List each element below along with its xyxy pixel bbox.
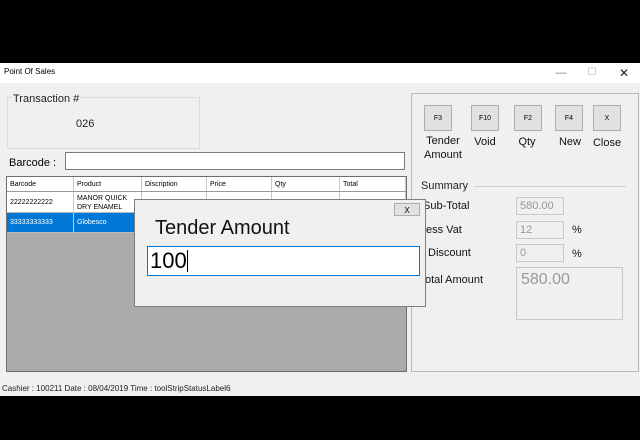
- cell-barcode: 22222222222: [7, 192, 74, 212]
- discount-percent-sign: %: [572, 248, 582, 260]
- dialog-title: Tender Amount: [155, 217, 290, 239]
- total-amount-label: otal Amount: [425, 274, 484, 286]
- column-header-price[interactable]: Price: [207, 177, 272, 191]
- close-label: Close: [592, 137, 622, 149]
- window-title: Point Of Sales: [4, 67, 56, 76]
- tender-amount-label: Tender Amount: [424, 135, 462, 161]
- subtotal-field: 580.00: [516, 197, 564, 215]
- cell-barcode: 33333333333: [7, 213, 74, 232]
- column-header-product[interactable]: Product: [74, 177, 142, 191]
- window-close-button[interactable]: ✕: [612, 65, 636, 81]
- minimize-button[interactable]: —: [549, 65, 573, 81]
- transaction-number: 026: [76, 118, 95, 130]
- close-button[interactable]: X: [593, 105, 621, 131]
- vat-percent-sign: %: [572, 224, 582, 236]
- less-vat-field[interactable]: 12: [516, 221, 564, 239]
- summary-divider: [474, 186, 626, 187]
- void-button[interactable]: F10: [471, 105, 499, 131]
- total-amount-field: 580.00: [516, 267, 623, 320]
- transaction-label: Transaction #: [12, 93, 81, 105]
- void-label: Void: [474, 136, 496, 148]
- grid-header: Barcode Product Discription Price Qty To…: [7, 177, 406, 192]
- cell-product: Globesco: [74, 213, 142, 232]
- tender-amount-value: 100: [150, 248, 187, 273]
- subtotal-label: Sub-Total: [423, 200, 470, 212]
- column-header-total[interactable]: Total: [340, 177, 406, 191]
- summary-title: Summary: [421, 180, 469, 192]
- barcode-input[interactable]: [65, 152, 405, 170]
- tender-amount-input[interactable]: 100: [147, 246, 420, 276]
- discount-label: Discount: [428, 247, 471, 259]
- status-bar: Cashier : 100211 Date : 08/04/2019 Time …: [2, 384, 231, 393]
- tender-amount-button[interactable]: F3: [424, 105, 452, 131]
- barcode-label: Barcode :: [9, 157, 57, 169]
- column-header-qty[interactable]: Qty: [272, 177, 340, 191]
- text-caret: [186, 249, 188, 272]
- less-vat-label: ess Vat: [426, 224, 462, 236]
- cell-product: MANOR QUICK DRY ENAMEL: [74, 192, 142, 212]
- maximize-button[interactable]: ☐: [580, 65, 604, 81]
- qty-button[interactable]: F2: [514, 105, 542, 131]
- column-header-barcode[interactable]: Barcode: [7, 177, 74, 191]
- new-label: New: [558, 136, 581, 148]
- dialog-close-button[interactable]: X: [394, 203, 420, 216]
- tender-amount-dialog: X Tender Amount 100: [134, 199, 426, 307]
- qty-label: Qty: [518, 136, 536, 148]
- column-header-description[interactable]: Discription: [142, 177, 207, 191]
- discount-field[interactable]: 0: [516, 244, 564, 262]
- title-bar: Point Of Sales — ☐ ✕: [0, 63, 640, 83]
- new-button[interactable]: F4: [555, 105, 583, 131]
